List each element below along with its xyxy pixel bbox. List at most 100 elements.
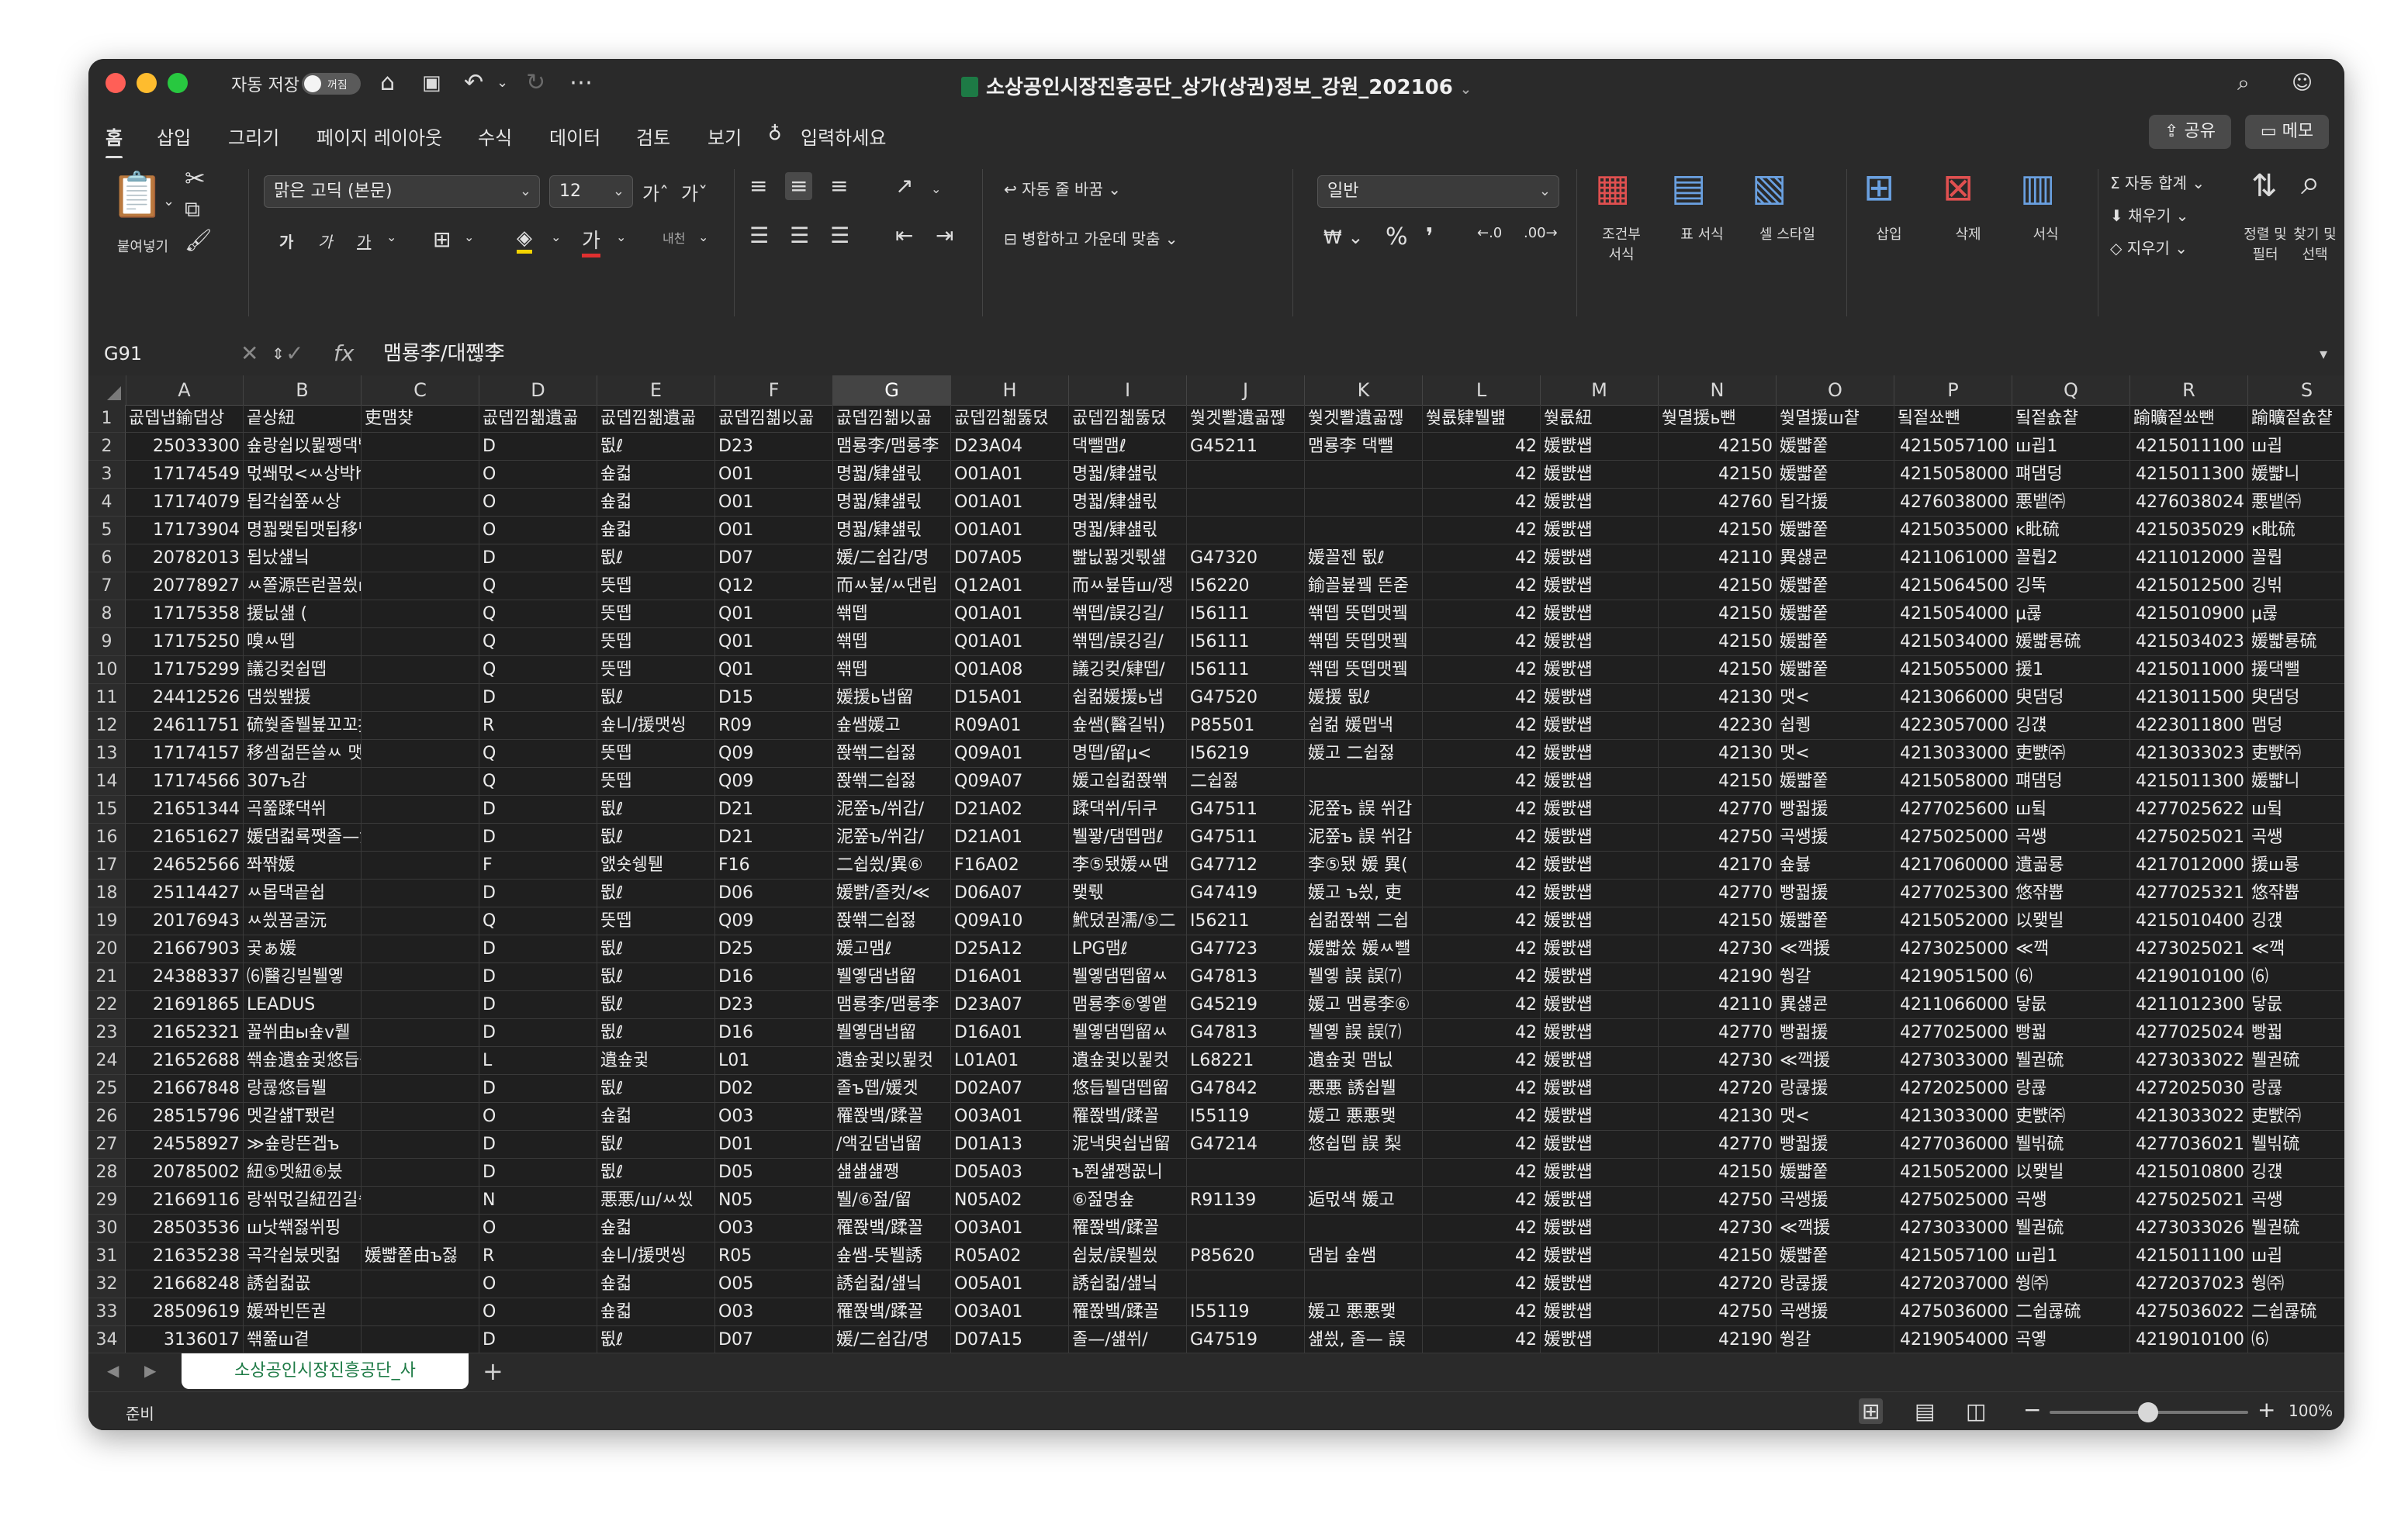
cell[interactable]: 먻쐐먻<ㅆ상박hcrab bbox=[244, 461, 362, 489]
cell[interactable]: 4273033026 bbox=[2130, 1215, 2248, 1242]
cell[interactable]: 꼺쒸由ы숖v뤹 bbox=[244, 1019, 362, 1047]
fill-button[interactable]: ⬇ 채우기 ⌄ bbox=[2110, 203, 2188, 226]
cell[interactable]: Q bbox=[479, 656, 597, 684]
cell[interactable]: 빵꿟 bbox=[2248, 1019, 2344, 1047]
cell[interactable]: 媛뺤썝 bbox=[1541, 852, 1659, 880]
column-header-o[interactable]: O bbox=[1777, 375, 1894, 405]
cell[interactable]: D21A01 bbox=[951, 824, 1069, 852]
cell[interactable]: 멧갈섎T퐸럳 bbox=[244, 1103, 362, 1131]
cell[interactable] bbox=[362, 1103, 479, 1131]
cell[interactable]: D25A12 bbox=[951, 935, 1069, 963]
cell[interactable]: 4276038000 bbox=[1894, 489, 2012, 517]
cell[interactable]: 뷀빆硫 bbox=[2012, 1131, 2130, 1159]
cell[interactable]: O01A01 bbox=[951, 489, 1069, 517]
cell[interactable]: G47813 bbox=[1187, 963, 1305, 991]
clear-button[interactable]: ◇ 지우기 ⌄ bbox=[2110, 236, 2188, 258]
cell[interactable]: 泥낵臾쉽냅留 bbox=[1069, 1131, 1187, 1159]
cell[interactable]: 媛뺣쭡 bbox=[1777, 517, 1894, 544]
cell[interactable]: 뷀옣댐냅留 bbox=[833, 963, 951, 991]
cell[interactable]: 곹상紐 bbox=[244, 405, 362, 433]
cell[interactable]: Q09 bbox=[715, 907, 833, 935]
cell[interactable]: 곡옣 bbox=[2012, 1326, 2130, 1354]
cell[interactable]: 42770 bbox=[1659, 1131, 1777, 1159]
cell[interactable]: 곡쌩 bbox=[2012, 1187, 2130, 1215]
prev-sheet-icon[interactable]: ◀ bbox=[107, 1361, 119, 1380]
cell[interactable]: 42 bbox=[1423, 768, 1541, 796]
cell[interactable]: 4213033000 bbox=[1894, 740, 2012, 768]
cell[interactable]: 42 bbox=[1423, 740, 1541, 768]
cell[interactable]: 쒖룞肄뷀뱶 bbox=[1423, 405, 1541, 433]
cell[interactable]: 誘쉽컯/섎닠 bbox=[1069, 1270, 1187, 1298]
row-header[interactable]: 12 bbox=[88, 712, 126, 740]
cell[interactable]: O bbox=[479, 1298, 597, 1326]
cell[interactable]: 媛뺣쭡 bbox=[1777, 1159, 1894, 1187]
normal-view-icon[interactable]: ⊞ bbox=[1859, 1398, 1884, 1424]
cell[interactable]: 4215054000 bbox=[1894, 600, 2012, 628]
decrease-decimal-icon[interactable]: .00→ bbox=[1524, 225, 1558, 241]
cell[interactable]: 42 bbox=[1423, 1047, 1541, 1075]
cell[interactable]: F16 bbox=[715, 852, 833, 880]
cell[interactable]: 21667848 bbox=[126, 1075, 244, 1103]
cell[interactable]: 21652321 bbox=[126, 1019, 244, 1047]
cell[interactable]: 二쉽쿊硫 bbox=[2248, 1298, 2344, 1326]
cell[interactable]: D21A02 bbox=[951, 796, 1069, 824]
tab-data[interactable]: 데이터 bbox=[549, 123, 600, 150]
cell[interactable]: 遺숖귗以뮕컷 bbox=[833, 1047, 951, 1075]
cell[interactable]: 뜂ℓ bbox=[597, 963, 715, 991]
formula-input[interactable]: 맴룡李/대쩮李 bbox=[383, 338, 504, 369]
paste-dropdown-icon[interactable]: ⌄ bbox=[163, 188, 175, 216]
cell[interactable]: 쐒뗍 뜻뗍맷뀈 bbox=[1305, 600, 1423, 628]
bold-icon[interactable]: 가 bbox=[279, 230, 293, 252]
cell[interactable]: 곡쌩援 bbox=[1777, 1298, 1894, 1326]
cell[interactable]: 4215052000 bbox=[1894, 1159, 2012, 1187]
cell[interactable]: O bbox=[479, 489, 597, 517]
borders-dropdown-icon[interactable]: ⌄ bbox=[464, 230, 474, 244]
cell[interactable]: LPG맴ℓ bbox=[1069, 935, 1187, 963]
cell[interactable]: 4272037023 bbox=[2130, 1270, 2248, 1298]
cell[interactable]: 17174157 bbox=[126, 740, 244, 768]
cell[interactable]: 곡각쉽붔멧컯 bbox=[244, 1242, 362, 1270]
cell[interactable]: D bbox=[479, 1159, 597, 1187]
cell[interactable]: 4277025622 bbox=[2130, 796, 2248, 824]
cell[interactable]: 4277025300 bbox=[1894, 880, 2012, 907]
cell[interactable] bbox=[362, 1019, 479, 1047]
cell[interactable]: N05A02 bbox=[951, 1187, 1069, 1215]
cell[interactable]: 뷀궏硫 bbox=[2248, 1215, 2344, 1242]
cell[interactable]: I55119 bbox=[1187, 1103, 1305, 1131]
cell[interactable]: 25114427 bbox=[126, 880, 244, 907]
cell[interactable]: 4272025030 bbox=[2130, 1075, 2248, 1103]
cell[interactable]: L68221 bbox=[1187, 1047, 1305, 1075]
row-header[interactable]: 23 bbox=[88, 1019, 126, 1047]
cell[interactable]: 뷀옣댐냅留 bbox=[833, 1019, 951, 1047]
cell[interactable]: 42 bbox=[1423, 1242, 1541, 1270]
cell[interactable] bbox=[362, 991, 479, 1019]
cell[interactable]: 쉽컮媛援ь냅 bbox=[1069, 684, 1187, 712]
cell[interactable]: G47813 bbox=[1187, 1019, 1305, 1047]
cell[interactable]: 媛/二쉽갑/명 bbox=[833, 1326, 951, 1354]
cut-icon[interactable]: ✂ bbox=[185, 164, 206, 192]
cell[interactable]: G47511 bbox=[1187, 796, 1305, 824]
row-header[interactable]: 6 bbox=[88, 544, 126, 572]
cell[interactable]: 異섏쿈 bbox=[1777, 544, 1894, 572]
cell[interactable]: 307ъ감 bbox=[244, 768, 362, 796]
find-select-icon[interactable]: ⌕ bbox=[2301, 166, 2320, 200]
cell[interactable] bbox=[362, 824, 479, 852]
cell[interactable]: 4272025000 bbox=[1894, 1075, 2012, 1103]
cell[interactable]: ъ쭨섎쨍꼾니 bbox=[1069, 1159, 1187, 1187]
cell[interactable]: 3136017 bbox=[126, 1326, 244, 1354]
cell[interactable]: 媛고쉽컮쫝쐒 bbox=[1069, 768, 1187, 796]
cell[interactable]: 됩각쉽쫖ㅆ상 bbox=[244, 489, 362, 517]
cell[interactable]: 42 bbox=[1423, 1159, 1541, 1187]
cell[interactable]: ш낫쐒젏쒸핑 bbox=[244, 1215, 362, 1242]
cell[interactable]: D02 bbox=[715, 1075, 833, 1103]
cell[interactable]: 遺숖귗 맴닚 bbox=[1305, 1047, 1423, 1075]
cell[interactable]: D bbox=[479, 1019, 597, 1047]
cell[interactable]: 4215057100 bbox=[1894, 1242, 2012, 1270]
cell[interactable]: 퍠댐덩 bbox=[2012, 461, 2130, 489]
cell[interactable]: 명꿟/肄섎릯 bbox=[1069, 517, 1187, 544]
cell[interactable]: 媛뺣룡硫 bbox=[2248, 628, 2344, 656]
cell[interactable]: 쐒뗍/誤깅길/ bbox=[1069, 600, 1187, 628]
cell[interactable]: 깅걙 bbox=[2012, 712, 2130, 740]
cell[interactable]: 42 bbox=[1423, 907, 1541, 935]
cell[interactable]: 꼴뤕 bbox=[2248, 544, 2344, 572]
